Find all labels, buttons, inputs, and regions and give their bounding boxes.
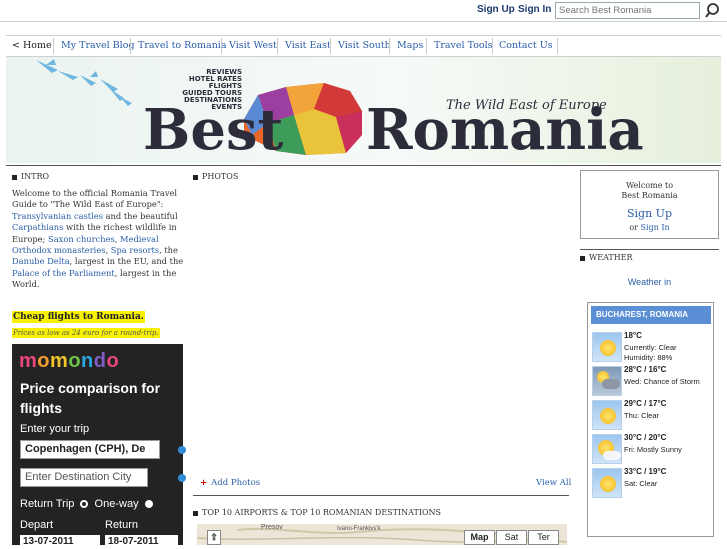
birds-icon: [36, 59, 132, 106]
weather-in-link[interactable]: Weather in: [580, 277, 719, 287]
map-city-label: Presov: [261, 524, 283, 531]
weather-section-title: WEATHER: [580, 253, 633, 262]
cheap-flights-subline: Prices as low as 24 euro for a round-tri…: [12, 328, 160, 338]
sun-icon: [592, 468, 622, 498]
nav-visit-south[interactable]: Visit South: [338, 40, 391, 51]
search-input[interactable]: [555, 2, 700, 19]
enter-trip-label: Enter your trip: [20, 423, 90, 435]
widget-title: Price comparison for flights: [20, 380, 161, 416]
divider: [6, 165, 721, 166]
link-danube-delta[interactable]: Danube Delta: [12, 256, 70, 266]
divider: [193, 495, 569, 496]
site-banner[interactable]: Best Romania The Wild East of Europe REV…: [6, 57, 721, 163]
map-type-ter-button[interactable]: Ter: [528, 530, 559, 545]
weather-widget: BUCHAREST, ROMANIA 18°C Currently: Clear…: [587, 302, 714, 537]
link-transylvanian-castles[interactable]: Transylvanian castles: [12, 211, 103, 221]
nav-travel-tools[interactable]: Travel Tools: [434, 40, 493, 51]
welcome-sign-up-link[interactable]: Sign Up: [581, 207, 718, 220]
weather-row: 33°C / 19°C Sat: Clear: [591, 467, 711, 499]
photos-section-title: PHOTOS: [193, 172, 238, 181]
intro-section-title: INTRO: [12, 172, 49, 181]
destination-field[interactable]: Enter Destination City: [20, 468, 148, 487]
origin-info-icon: [178, 446, 186, 454]
weather-row: 30°C / 20°C Fri: Mostly Sunny: [591, 433, 711, 465]
storm-icon: [592, 366, 622, 396]
momondo-widget: momondo Price comparison for flights Ent…: [12, 344, 186, 549]
welcome-or-text: or Sign In: [629, 223, 670, 232]
return-trip-label[interactable]: Return Trip: [20, 498, 74, 510]
banner-artwork: Best Romania The Wild East of Europe REV…: [36, 59, 644, 163]
cheap-flights-headline[interactable]: Cheap flights to Romania.: [12, 311, 145, 323]
map-type-sat-button[interactable]: Sat: [496, 530, 527, 545]
destination-info-icon: [178, 474, 186, 482]
origin-field[interactable]: Copenhagen (CPH), De: [20, 440, 160, 459]
link-saxon-churches[interactable]: Saxon churches: [48, 234, 115, 244]
link-carpathians[interactable]: Carpathians: [12, 222, 63, 232]
sun-icon: [592, 400, 622, 430]
nav-my-travel-blog[interactable]: My Travel Blog: [61, 40, 135, 51]
nav-home[interactable]: < Home: [12, 40, 52, 51]
banner-stack-item: EVENTS: [211, 103, 242, 111]
nav-contact-us[interactable]: Contact Us: [499, 40, 553, 51]
trip-type-radios[interactable]: Return Trip One-way: [20, 498, 153, 510]
depart-date-field[interactable]: 13-07-2011: [20, 535, 100, 549]
weather-row: 18°C Currently: Clear Humidity: 88%: [591, 331, 711, 363]
top10-section-title: TOP 10 AIRPORTS & TOP 10 ROMANIAN DESTIN…: [193, 508, 441, 517]
welcome-box: Welcome to Best Romania Sign Up or Sign I…: [580, 170, 719, 239]
map-type-map-button[interactable]: Map: [464, 530, 495, 545]
return-date-field[interactable]: 18-07-2011: [105, 535, 178, 549]
photos-area: [193, 186, 569, 472]
divider: [580, 249, 719, 250]
depart-label: Depart: [20, 519, 54, 531]
return-label: Return: [105, 519, 139, 531]
plus-icon: +: [200, 478, 208, 488]
add-photos-link[interactable]: + Add Photos: [200, 478, 260, 488]
main-nav: < Home My Travel Blog Travel to Romania …: [6, 35, 721, 57]
map-city-label: Ivano-Frankivs'k: [337, 526, 381, 532]
banner-tagline: The Wild East of Europe: [446, 98, 607, 113]
nav-visit-west[interactable]: Visit West: [229, 40, 277, 51]
welcome-text: Welcome to Best Romania: [621, 181, 678, 200]
momondo-logo: momondo: [19, 350, 120, 372]
one-way-radio[interactable]: [144, 500, 153, 508]
view-all-link[interactable]: View All: [536, 478, 571, 488]
nav-maps[interactable]: Maps: [397, 40, 423, 51]
map-pan-icon[interactable]: ⇧: [207, 530, 221, 545]
link-spa-resorts[interactable]: Spa resorts: [111, 245, 159, 255]
welcome-sign-in-link[interactable]: Sign In: [641, 223, 670, 232]
sun-cloud-icon: [592, 434, 622, 464]
link-palace-of-parliament[interactable]: Palace of the Parliament: [12, 268, 115, 278]
intro-text: Welcome to the official Romania Travel G…: [12, 188, 184, 290]
weather-row: 28°C / 16°C Wed: Chance of Storm: [591, 365, 711, 397]
return-trip-radio[interactable]: [80, 500, 89, 508]
weather-row: 29°C / 17°C Thu: Clear: [591, 399, 711, 431]
sign-up-link[interactable]: Sign Up: [477, 4, 515, 15]
top-bar: Sign Up Sign In: [0, 0, 727, 22]
sun-icon: [592, 332, 622, 362]
sign-in-link[interactable]: Sign In: [518, 4, 551, 15]
nav-travel-to-romania[interactable]: Travel to Romania: [138, 40, 227, 51]
weather-location: BUCHAREST, ROMANIA: [591, 306, 711, 324]
nav-visit-east[interactable]: Visit East: [285, 40, 331, 51]
search-icon[interactable]: [704, 2, 722, 19]
one-way-label[interactable]: One-way: [95, 498, 139, 510]
